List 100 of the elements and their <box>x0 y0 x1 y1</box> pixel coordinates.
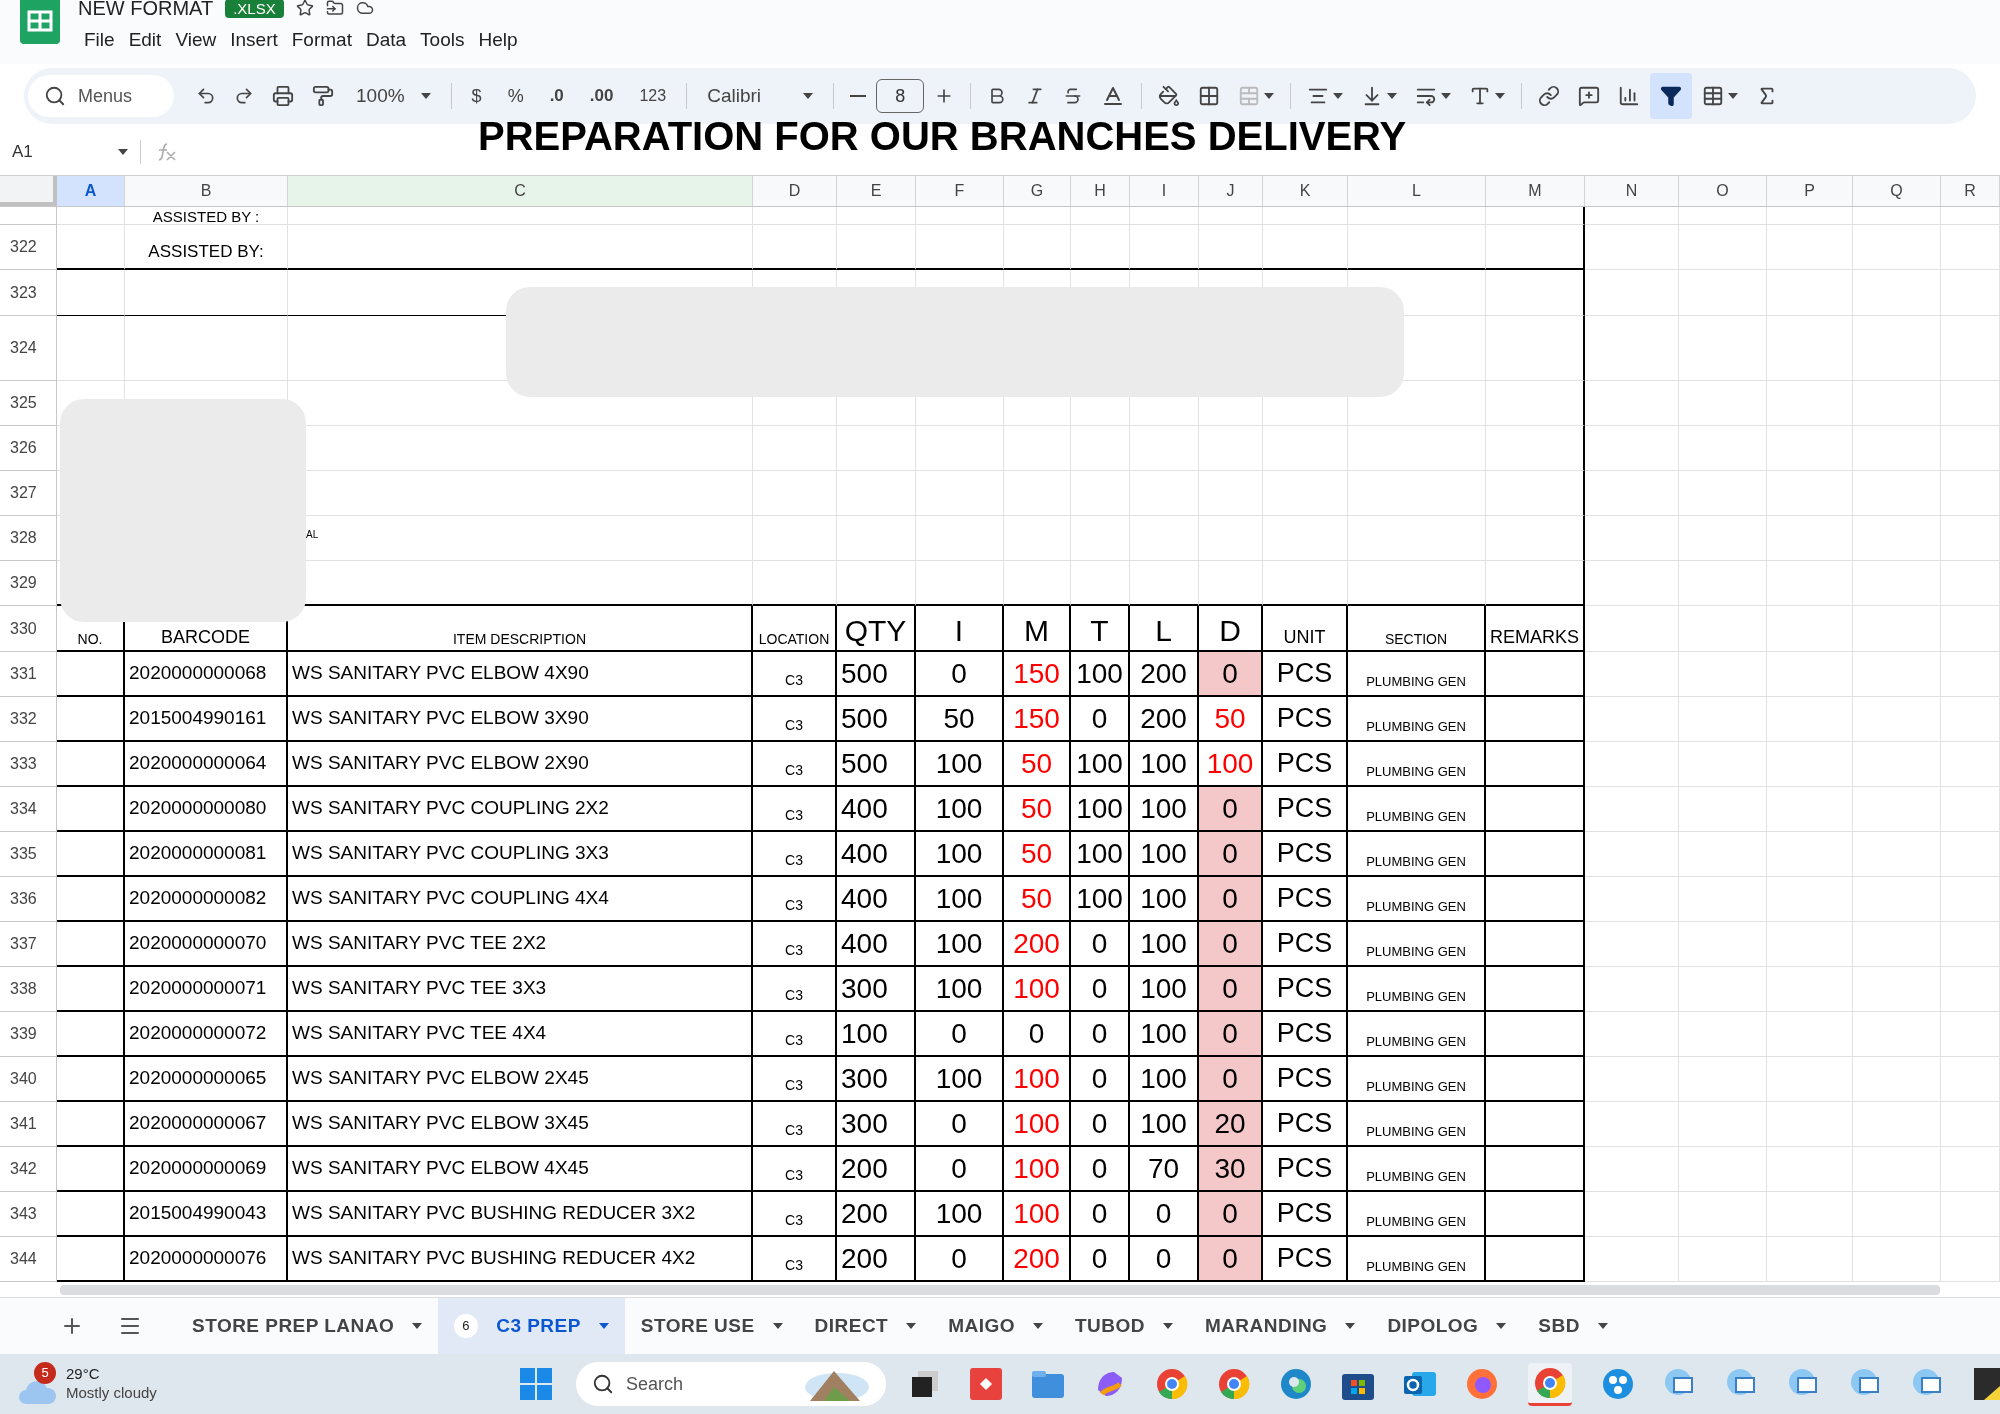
weather-temperature[interactable]: 29°C <box>66 1365 157 1384</box>
sheet-tab[interactable]: SBD <box>1522 1298 1624 1354</box>
sticky-notes-icon[interactable] <box>1974 1368 2000 1400</box>
task-view-icon[interactable] <box>910 1369 940 1399</box>
sheet-tab[interactable]: MARANDING <box>1188 1298 1372 1354</box>
caret-icon <box>1333 93 1344 99</box>
row-header[interactable]: 330 <box>0 606 57 652</box>
menu-item[interactable]: Insert <box>224 24 284 57</box>
column-header[interactable]: H <box>1071 176 1130 206</box>
row-header[interactable]: 336 <box>0 877 57 922</box>
decrease-decimal-button[interactable]: .0 <box>537 76 576 116</box>
app-icon[interactable] <box>970 1368 1002 1400</box>
column-header[interactable]: E <box>837 176 916 206</box>
location-cell: C3 <box>753 1192 837 1237</box>
row-header[interactable]: 322 <box>0 225 57 270</box>
row-header[interactable]: 325 <box>0 381 57 426</box>
increase-decimal-button[interactable]: .00 <box>577 76 626 116</box>
taskbar-search-field[interactable]: Search <box>576 1362 886 1406</box>
row-header[interactable]: 339 <box>0 1012 57 1057</box>
row-header[interactable]: 323 <box>0 270 57 316</box>
column-header[interactable]: I <box>1130 176 1199 206</box>
weather-condition[interactable]: Mostly cloudy <box>66 1384 157 1403</box>
menu-item[interactable]: Tools <box>414 24 471 57</box>
grid-cell <box>1004 561 1071 606</box>
qty-cell: 400 <box>837 832 916 877</box>
name-box[interactable]: A1 <box>0 138 140 165</box>
row-header[interactable]: 340 <box>0 1057 57 1102</box>
menus-search-field[interactable]: Menus <box>28 75 174 117</box>
column-header[interactable]: M <box>1486 176 1585 206</box>
sheet-tab[interactable]: MAIGO <box>932 1298 1059 1354</box>
row-header[interactable]: 333 <box>0 742 57 787</box>
cloud-icon[interactable] <box>355 0 374 17</box>
row-header[interactable]: 343 <box>0 1192 57 1237</box>
sheet-tab[interactable]: STORE USE <box>624 1298 799 1354</box>
column-header[interactable]: R <box>1941 176 2000 206</box>
menu-item[interactable]: Format <box>285 24 358 57</box>
column-header[interactable]: G <box>1004 176 1071 206</box>
menu-item[interactable]: Data <box>359 24 413 57</box>
section-cell: PLUMBING GEN <box>1348 652 1486 697</box>
qty-cell: 300 <box>837 1102 916 1147</box>
menu-item[interactable]: Edit <box>122 24 168 57</box>
column-header[interactable]: K <box>1263 176 1348 206</box>
grid-cell <box>1130 516 1199 561</box>
item-description-cell: WS SANITARY PVC TEE 3X3 <box>288 967 753 1012</box>
row-header[interactable]: 332 <box>0 697 57 742</box>
browser-icon[interactable] <box>1156 1368 1188 1400</box>
row-header[interactable]: 338 <box>0 967 57 1012</box>
column-header[interactable]: C <box>288 176 753 206</box>
barcode-cell: 2020000000064 <box>125 742 288 787</box>
currency-button[interactable]: $ <box>459 76 494 116</box>
sheets-logo-icon[interactable] <box>20 0 60 44</box>
sheet-tab[interactable]: 6 C3 PREP <box>438 1298 625 1354</box>
move-icon[interactable] <box>325 0 344 17</box>
row-header[interactable]: 331 <box>0 652 57 697</box>
menu-item[interactable]: Help <box>472 24 524 57</box>
filter-button[interactable] <box>1650 73 1693 119</box>
row-header[interactable]: 337 <box>0 922 57 967</box>
network-app-icon[interactable] <box>1602 1368 1634 1400</box>
sheet-tab[interactable]: DIPOLOG <box>1371 1298 1523 1354</box>
edge-browser-icon[interactable] <box>1280 1368 1312 1400</box>
row-header[interactable]: 326 <box>0 426 57 471</box>
zoom-dropdown[interactable]: 100% <box>344 76 443 116</box>
star-icon[interactable] <box>295 0 314 17</box>
row-header[interactable]: 329 <box>0 561 57 606</box>
sheet-tab[interactable]: DIRECT <box>798 1298 933 1354</box>
horizontal-scrollbar[interactable] <box>60 1284 1940 1295</box>
grid-cell <box>1071 561 1130 606</box>
sheet-tab[interactable]: TUBOD <box>1058 1298 1189 1354</box>
sheet-tab[interactable]: STORE PREP LANAO <box>176 1298 439 1354</box>
column-header[interactable]: Q <box>1853 176 1941 206</box>
menu-item[interactable]: View <box>169 24 223 57</box>
row-header[interactable]: 334 <box>0 787 57 832</box>
column-header[interactable]: L <box>1348 176 1486 206</box>
column-header[interactable]: F <box>916 176 1004 206</box>
location-cell: C3 <box>753 922 837 967</box>
grid-cell <box>1199 561 1263 606</box>
browser-icon[interactable] <box>1218 1368 1250 1400</box>
row-header[interactable]: 327 <box>0 471 57 516</box>
row-header[interactable]: 328 <box>0 516 57 561</box>
row-header[interactable]: 324 <box>0 316 57 381</box>
menu-item[interactable]: File <box>78 24 121 57</box>
column-header[interactable]: P <box>1767 176 1853 206</box>
column-header[interactable]: A <box>57 176 125 206</box>
number-format-button[interactable]: 123 <box>627 76 679 116</box>
row-header[interactable]: 335 <box>0 832 57 877</box>
windows-start-icon[interactable] <box>520 1368 552 1400</box>
firefox-icon[interactable] <box>1466 1368 1498 1400</box>
row-header[interactable]: 341 <box>0 1102 57 1147</box>
folder-icon[interactable] <box>1032 1368 1064 1400</box>
grid-cell <box>1071 207 1130 225</box>
column-header[interactable]: O <box>1679 176 1767 206</box>
percent-button[interactable]: % <box>495 76 536 116</box>
browser-icon[interactable] <box>1534 1366 1566 1399</box>
font-size-field[interactable]: 8 <box>876 79 925 113</box>
column-header[interactable]: J <box>1199 176 1263 206</box>
font-dropdown[interactable]: Calibri <box>695 76 826 116</box>
column-header[interactable]: N <box>1585 176 1679 206</box>
document-title[interactable]: NEW FORMAT <box>78 0 214 18</box>
row-header[interactable]: 342 <box>0 1147 57 1192</box>
column-header[interactable]: D <box>753 176 837 206</box>
